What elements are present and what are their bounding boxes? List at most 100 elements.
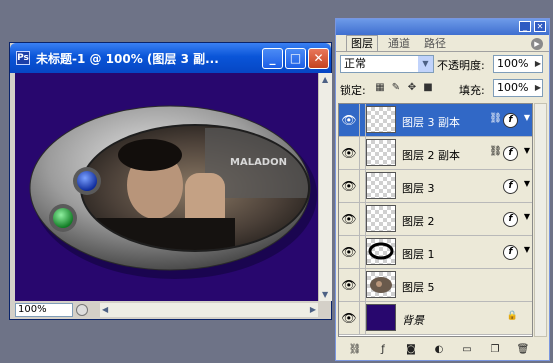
tab-paths[interactable]: 路径 (420, 36, 450, 51)
expand-triangle-icon[interactable]: ▼ (524, 179, 530, 188)
ring-thumbnail-icon (368, 242, 394, 260)
layer-name[interactable]: 图层 2 (402, 213, 435, 229)
link-icon: ⛓ (489, 113, 502, 124)
layers-scrollbar[interactable] (534, 103, 547, 337)
eye-icon[interactable]: 👁 (339, 236, 360, 268)
link-icon: ⛓ (489, 146, 502, 157)
eye-icon[interactable]: 👁 (339, 302, 360, 334)
artwork: MALADON (29, 105, 317, 279)
expand-triangle-icon[interactable]: ▼ (524, 113, 530, 122)
layer-name[interactable]: 背景 (402, 312, 424, 328)
palette-titlebar[interactable]: _ ✕ (336, 19, 549, 35)
eye-icon[interactable]: 👁 (339, 269, 360, 301)
scroll-down-icon[interactable]: ▼ (322, 290, 328, 299)
expand-triangle-icon[interactable]: ▼ (524, 212, 530, 221)
link-layers-icon[interactable]: ⛓ (348, 343, 362, 357)
brush-slot[interactable] (359, 302, 366, 334)
scroll-up-icon[interactable]: ▲ (322, 75, 328, 84)
opacity-label: 不透明度: (437, 59, 485, 72)
brush-slot[interactable] (359, 104, 366, 136)
eye-icon[interactable]: 👁 (339, 203, 360, 235)
fill-value: 100% (497, 81, 529, 94)
tab-layers[interactable]: 图层 (346, 35, 378, 51)
layer-thumbnail (366, 271, 396, 298)
layer-style-icon[interactable]: ƒ (376, 343, 390, 357)
lock-label: 锁定: (340, 84, 366, 97)
lock-icon: 🔒 (506, 311, 518, 321)
layer-row[interactable]: 👁 图层 3 f ▼ (339, 170, 532, 203)
fill-field[interactable]: 100% ▶ (493, 79, 543, 97)
lock-brush-icon[interactable]: ✎ (390, 82, 402, 94)
delete-layer-icon[interactable]: 🗑 (516, 343, 530, 357)
layer-name[interactable]: 图层 1 (402, 246, 435, 262)
lock-move-icon[interactable]: ✥ (406, 82, 418, 94)
layer-name[interactable]: 图层 5 (402, 279, 435, 295)
new-layer-icon[interactable]: ❐ (488, 343, 502, 357)
brush-slot[interactable] (359, 236, 366, 268)
expand-triangle-icon[interactable]: ▼ (524, 146, 530, 155)
layer-row[interactable]: 👁 图层 3 副本 ⛓ f ▼ (339, 104, 532, 137)
layer-name[interactable]: 图层 3 副本 (402, 114, 460, 130)
fx-icon[interactable]: f (503, 113, 518, 128)
new-adjustment-layer-icon[interactable]: ◐ (432, 343, 446, 357)
logo-text: MALADON (230, 157, 287, 168)
layer-row[interactable]: 👁 图层 1 f ▼ (339, 236, 532, 269)
layers-palette: _ ✕ 图层 通道 路径 ▶ 正常 ▼ 不透明度: 100% ▶ 锁定: ▦ ✎… (335, 18, 550, 361)
fx-icon[interactable]: f (503, 245, 518, 260)
palette-menu-icon[interactable]: ▶ (531, 38, 543, 50)
maximize-button[interactable]: □ (285, 48, 306, 69)
brush-slot[interactable] (359, 203, 366, 235)
blend-mode-value: 正常 (344, 57, 366, 70)
blue-button (77, 171, 97, 191)
chevron-down-icon: ▼ (418, 56, 433, 72)
layer-row[interactable]: 👁 图层 5 (339, 269, 532, 302)
photoshop-doc-icon: Ps (16, 51, 30, 65)
new-group-icon[interactable]: ▭ (460, 343, 474, 357)
fx-icon[interactable]: f (503, 146, 518, 161)
eye-icon[interactable]: 👁 (339, 137, 360, 169)
palette-close-button[interactable]: ✕ (534, 21, 546, 32)
layer-row[interactable]: 👁 图层 2 f ▼ (339, 203, 532, 236)
layer-thumbnail (366, 139, 396, 166)
document-titlebar[interactable]: Ps 未标题-1 @ 100% (图层 3 副... _ □ ✕ (10, 43, 331, 73)
brush-slot[interactable] (359, 170, 366, 202)
lock-all-icon[interactable]: ■ (422, 82, 434, 94)
scroll-right-icon[interactable]: ▶ (310, 305, 316, 314)
palette-bottom-bar: ⛓ ƒ ◙ ◐ ▭ ❐ 🗑 (338, 341, 547, 359)
layer-row[interactable]: 👁 图层 2 副本 ⛓ f ▼ (339, 137, 532, 170)
palette-tabs: 图层 通道 路径 (336, 35, 549, 52)
document-window: Ps 未标题-1 @ 100% (图层 3 副... _ □ ✕ MALADON… (9, 42, 332, 320)
fill-label: 填充: (459, 84, 485, 97)
zoom-field[interactable]: 100% (15, 303, 73, 317)
lock-transparency-icon[interactable]: ▦ (374, 82, 386, 94)
opacity-value: 100% (497, 57, 529, 70)
expand-triangle-icon[interactable]: ▼ (524, 245, 530, 254)
close-button[interactable]: ✕ (308, 48, 329, 69)
photo-thumbnail-icon (370, 277, 392, 293)
fx-icon[interactable]: f (503, 212, 518, 227)
fill-slider-icon[interactable]: ▶ (535, 80, 541, 96)
scroll-left-icon[interactable]: ◀ (102, 305, 108, 314)
horizontal-scrollbar[interactable]: ◀ ▶ (100, 303, 318, 317)
add-mask-icon[interactable]: ◙ (404, 343, 418, 357)
layer-name[interactable]: 图层 2 副本 (402, 147, 460, 163)
eye-icon[interactable]: 👁 (339, 170, 360, 202)
opacity-slider-icon[interactable]: ▶ (535, 56, 541, 72)
document-title: 未标题-1 @ 100% (图层 3 副... (36, 52, 219, 66)
brush-slot[interactable] (359, 137, 366, 169)
vertical-scrollbar[interactable]: ▲ ▼ (318, 73, 332, 301)
layer-row[interactable]: 👁 背景 🔒 (339, 302, 532, 335)
blend-mode-select[interactable]: 正常 ▼ (340, 55, 434, 73)
brush-slot[interactable] (359, 269, 366, 301)
layer-thumbnail (366, 238, 396, 265)
layer-name[interactable]: 图层 3 (402, 180, 435, 196)
layer-thumbnail (366, 172, 396, 199)
eye-icon[interactable]: 👁 (339, 104, 360, 136)
opacity-field[interactable]: 100% ▶ (493, 55, 543, 73)
palette-minimize-button[interactable]: _ (519, 21, 531, 32)
layers-list: 👁 图层 3 副本 ⛓ f ▼ 👁 图层 2 副本 ⛓ f ▼ 👁 图层 3 f… (338, 103, 533, 337)
fx-icon[interactable]: f (503, 179, 518, 194)
navigator-icon[interactable] (76, 304, 88, 316)
tab-channels[interactable]: 通道 (384, 36, 414, 51)
minimize-button[interactable]: _ (262, 48, 283, 69)
